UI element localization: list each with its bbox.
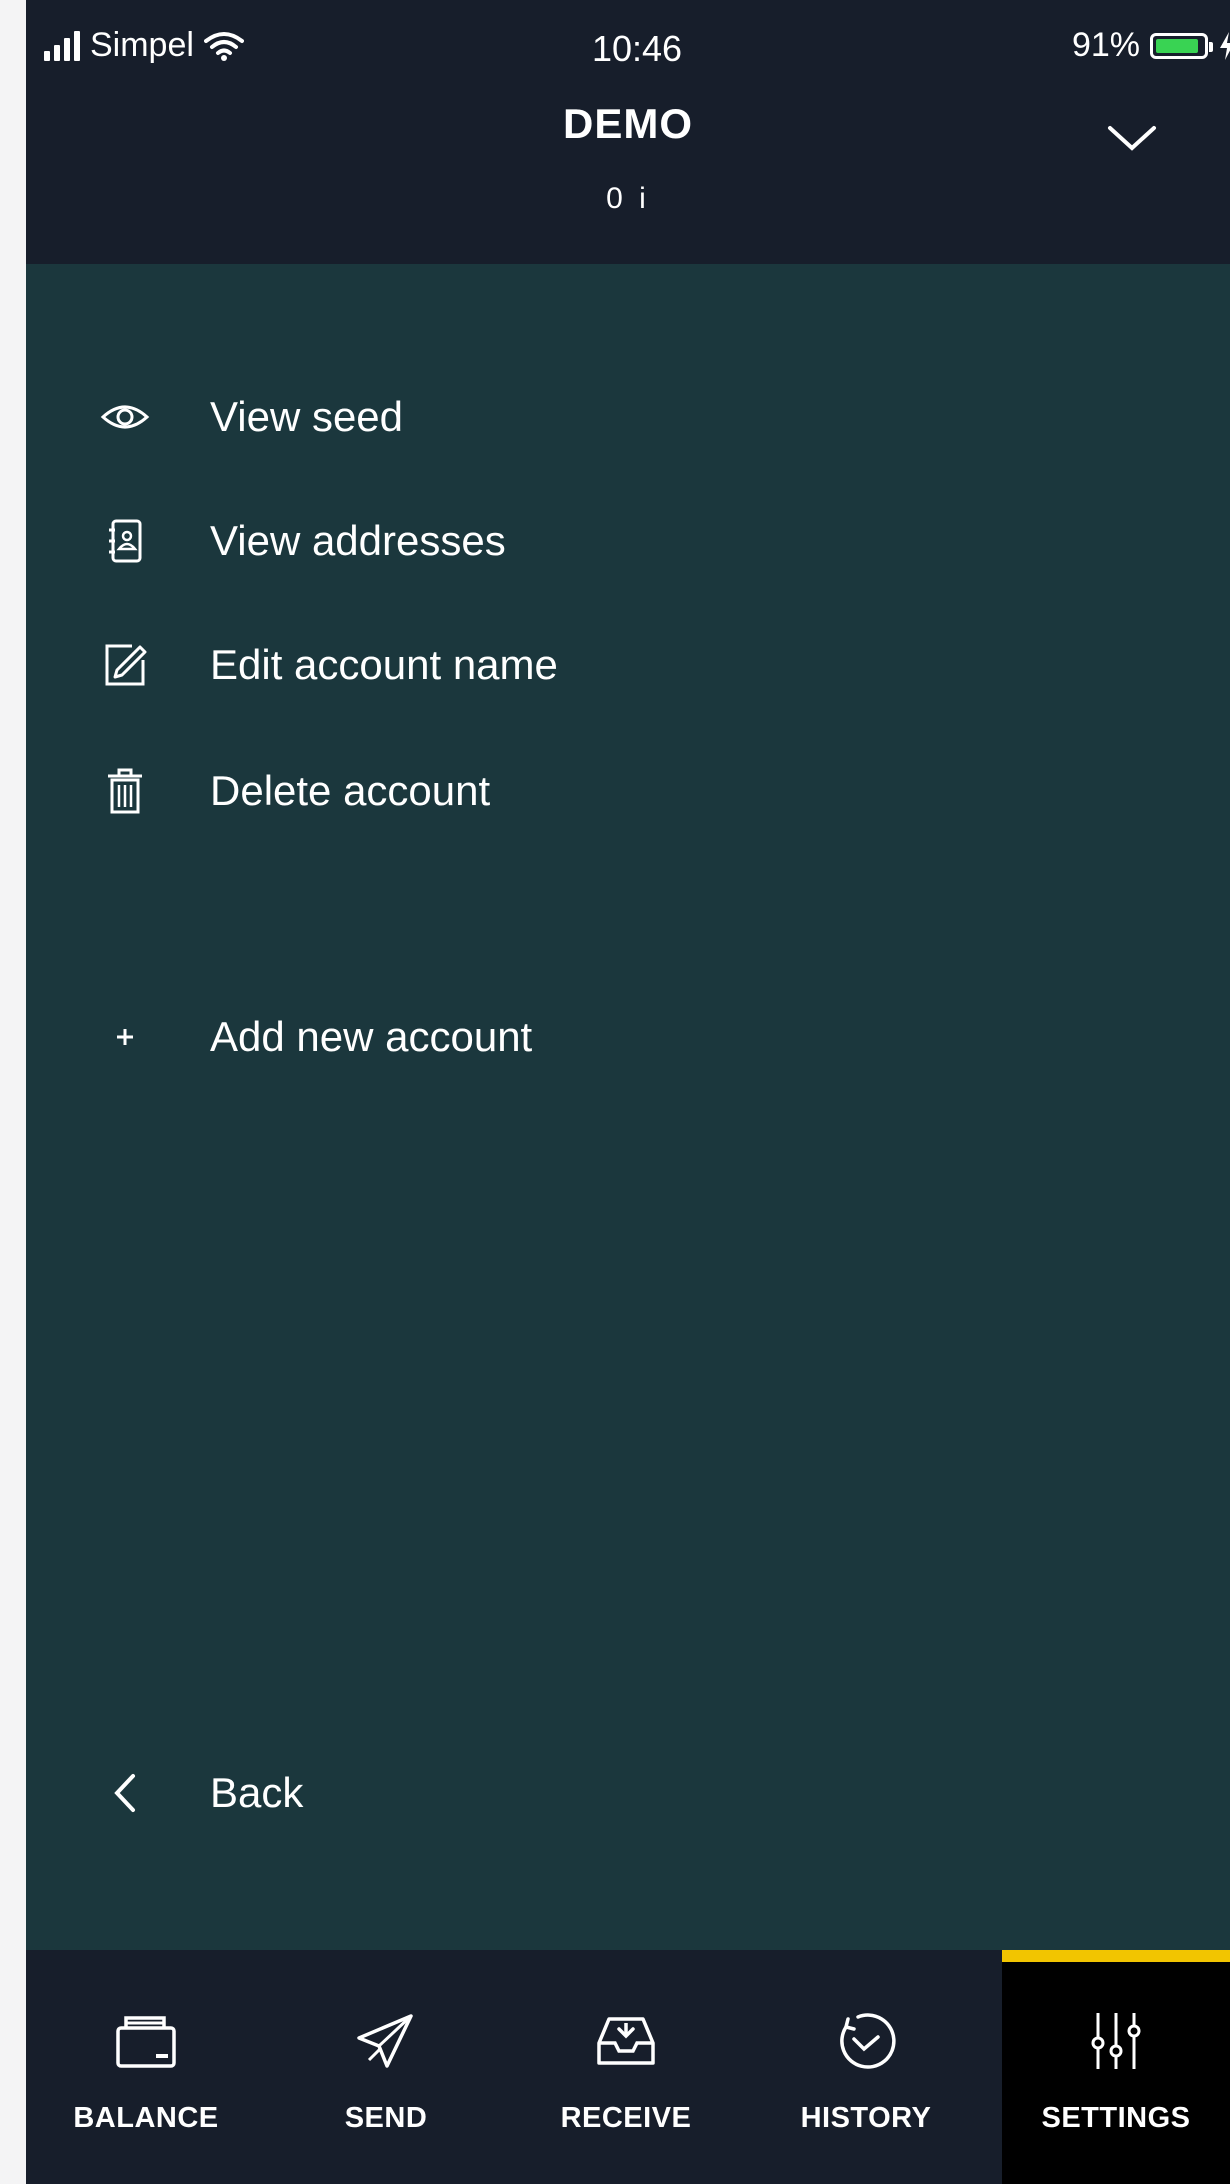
menu-item-view-seed[interactable]: View seed [100,392,403,442]
eye-icon [100,392,150,442]
menu-item-view-addresses[interactable]: View addresses [100,516,506,566]
tab-label: SEND [344,2102,428,2134]
history-icon [746,2006,986,2076]
back-label: Back [210,1769,304,1816]
add-new-account-button[interactable]: Add new account [100,1012,532,1062]
paper-plane-icon [266,2006,506,2076]
plus-icon [100,1012,150,1062]
account-title: DEMO [563,100,693,147]
charging-icon [1220,31,1230,60]
chevron-down-icon [1108,126,1156,151]
sliders-icon [1002,2006,1230,2076]
status-time: 10:46 [591,28,683,69]
menu-item-label: Delete account [210,767,491,814]
edit-icon [100,640,150,690]
tab-label: BALANCE [73,2102,219,2134]
menu-item-label: View seed [210,393,404,440]
status-right: 91% [1072,26,1230,65]
wallet-icon [26,2006,266,2076]
battery-icon [1150,32,1213,59]
menu-item-edit-account-name[interactable]: Edit account name [100,640,558,690]
tab-history[interactable]: HISTORY [746,1950,986,2184]
tab-balance[interactable]: BALANCE [26,1950,266,2184]
trash-icon [100,766,150,816]
inbox-icon [506,2006,746,2076]
menu-item-delete-account[interactable]: Delete account [100,766,490,816]
battery-percent: 91% [1071,26,1140,64]
phone-screen: Simpel 10:46 91% DEMO 0 i View seed View… [26,0,1230,2184]
tab-label: HISTORY [800,2102,932,2134]
tab-send[interactable]: SEND [266,1950,506,2184]
bottom-tab-bar: BALANCE SEND RECEIVE HISTORY SETTINGS [26,1950,1230,2184]
back-button[interactable]: Back [100,1768,303,1818]
menu-item-label: View addresses [210,517,506,564]
tab-label: RECEIVE [560,2102,692,2134]
top-bar: Simpel 10:46 91% DEMO 0 i [26,0,1230,264]
tab-receive[interactable]: RECEIVE [506,1950,746,2184]
account-balance: 0 i [606,182,650,215]
tab-settings[interactable]: SETTINGS [1002,1950,1230,2184]
add-new-account-label: Add new account [210,1013,533,1060]
status-bar: Simpel 10:46 91% [26,0,1230,100]
active-tab-indicator [1002,1950,1230,1962]
account-dropdown-button[interactable] [1104,118,1160,158]
menu-item-label: Edit account name [210,641,558,688]
tab-label: SETTINGS [1041,2102,1191,2134]
address-book-icon [100,516,150,566]
chevron-left-icon [100,1768,150,1818]
